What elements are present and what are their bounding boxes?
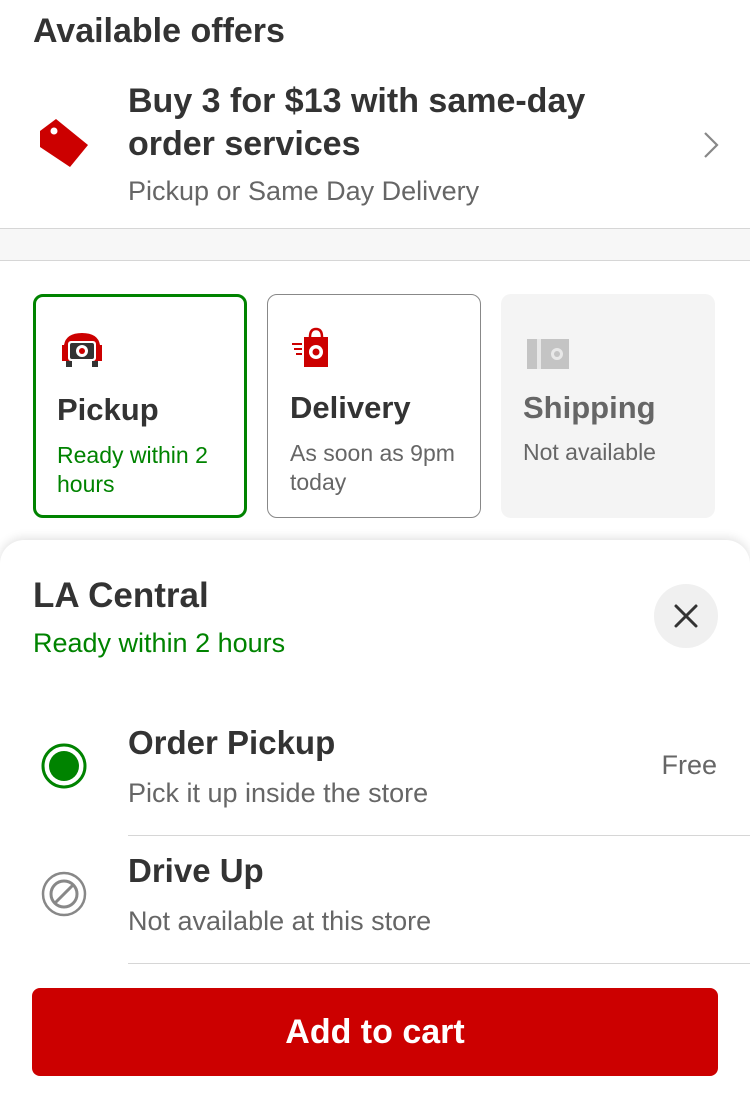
fulfillment-card-shipping: Shipping Not available — [501, 294, 715, 518]
option-drive-up: Drive Up Not available at this store — [0, 836, 750, 964]
option-subtitle: Not available at this store — [128, 906, 432, 936]
offer-subtitle: Pickup or Same Day Delivery — [128, 176, 480, 206]
radio-selected-icon[interactable] — [40, 742, 88, 790]
divider — [128, 963, 750, 964]
unavailable-icon — [41, 871, 87, 917]
option-price: Free — [661, 750, 717, 780]
option-order-pickup[interactable]: Order Pickup Pick it up inside the store… — [0, 708, 750, 836]
offer-row[interactable]: Buy 3 for $13 with same-day order servic… — [0, 70, 750, 228]
option-title: Order Pickup — [128, 724, 336, 761]
chevron-right-icon — [704, 132, 719, 158]
card-subtitle: Ready within 2 hours — [57, 442, 208, 497]
section-separator — [0, 229, 750, 261]
store-name: LA Central — [33, 576, 209, 615]
close-icon — [674, 604, 698, 628]
option-title: Drive Up — [128, 852, 264, 889]
card-subtitle: As soon as 9pm today — [290, 440, 455, 495]
pickup-options-sheet: LA Central Ready within 2 hours Order Pi… — [0, 540, 750, 1108]
close-button[interactable] — [654, 584, 718, 648]
shipping-box-icon — [527, 339, 569, 369]
card-title: Shipping — [523, 390, 656, 425]
card-subtitle: Not available — [523, 439, 656, 465]
offers-title: Available offers — [33, 12, 285, 50]
card-title: Delivery — [290, 390, 411, 425]
option-subtitle: Pick it up inside the store — [128, 778, 429, 808]
store-ready-text: Ready within 2 hours — [33, 628, 286, 658]
add-to-cart-button[interactable]: Add to cart — [32, 988, 718, 1076]
pickup-car-icon — [62, 333, 102, 367]
card-title: Pickup — [57, 392, 159, 427]
fulfillment-card-pickup[interactable]: Pickup Ready within 2 hours — [33, 294, 247, 518]
price-tag-icon — [40, 119, 88, 167]
delivery-bag-icon — [292, 327, 328, 367]
fulfillment-card-delivery[interactable]: Delivery As soon as 9pm today — [267, 294, 481, 518]
offer-headline: Buy 3 for $13 with same-day order servic… — [128, 82, 586, 163]
